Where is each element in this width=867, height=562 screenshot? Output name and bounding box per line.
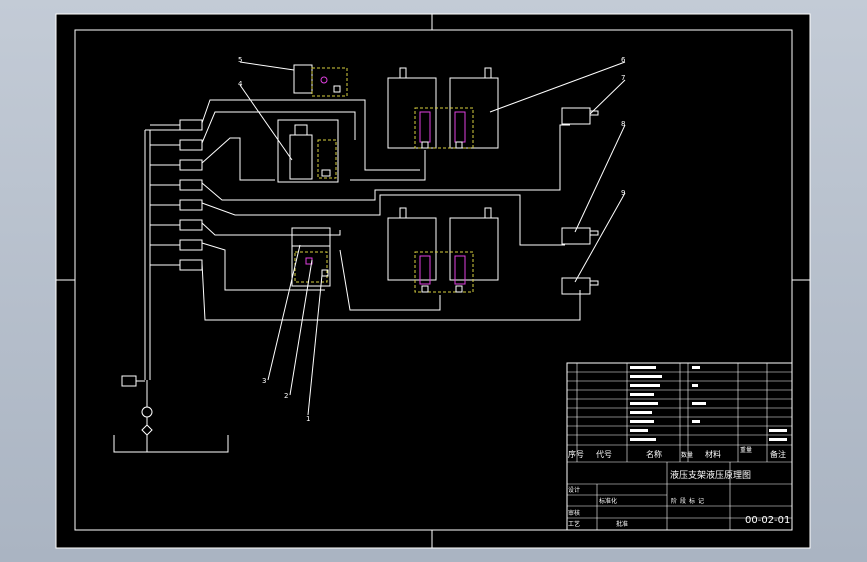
callout-7: 7 xyxy=(621,74,625,82)
header-code: 代号 xyxy=(596,449,612,459)
header-qty: 数量 xyxy=(681,451,693,459)
header-weight: 重量 xyxy=(740,446,752,454)
header-no: 序号 xyxy=(568,449,584,459)
cad-drawing-canvas[interactable]: 1 2 3 4 5 6 7 8 9 序号 代号 名称 数量 材料 重量 备注 液… xyxy=(0,0,867,562)
header-name: 名称 xyxy=(646,449,662,459)
callout-5: 5 xyxy=(238,56,242,64)
label-approve: 批准 xyxy=(616,520,628,528)
label-standard: 标准化 xyxy=(599,497,617,505)
stage-label-3: 标 xyxy=(689,497,695,505)
drawing-number: 00-02-01 xyxy=(745,515,790,526)
stage-label-4: 记 xyxy=(698,498,704,505)
callout-2: 2 xyxy=(284,392,288,400)
callout-8: 8 xyxy=(621,120,625,128)
callout-3: 3 xyxy=(262,377,266,385)
label-design: 设计 xyxy=(568,486,580,494)
drawing-title: 液压支架液压原理图 xyxy=(670,469,751,481)
stage-label-1: 阶 xyxy=(671,497,677,505)
drawing-sheet xyxy=(55,13,811,549)
callout-1: 1 xyxy=(306,415,310,423)
stage-label-2: 段 xyxy=(680,497,686,505)
label-check: 审核 xyxy=(568,509,580,517)
header-remark: 备注 xyxy=(770,449,786,459)
header-material: 材料 xyxy=(705,449,721,459)
callout-6: 6 xyxy=(621,56,626,64)
label-process: 工艺 xyxy=(568,520,580,528)
callout-9: 9 xyxy=(621,189,625,197)
callout-4: 4 xyxy=(238,80,243,88)
